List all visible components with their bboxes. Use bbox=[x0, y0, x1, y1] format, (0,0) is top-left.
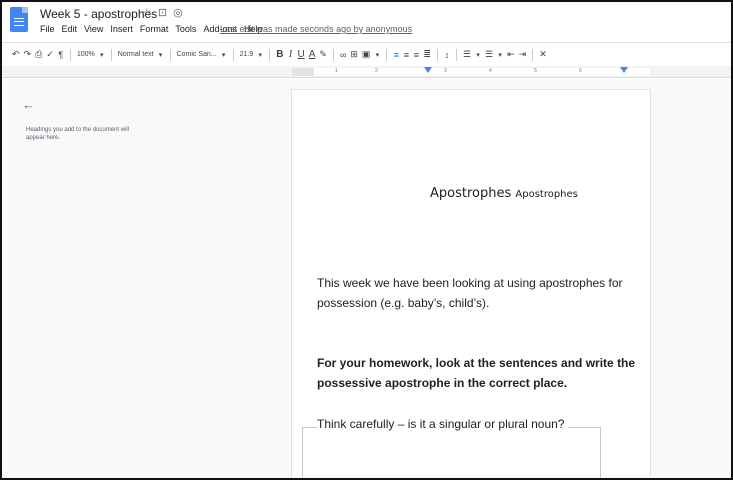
image-icon[interactable]: ▣ bbox=[360, 47, 373, 63]
document-canvas: ← Headings you add to the document will … bbox=[2, 79, 731, 478]
align-justify-icon[interactable]: ≣ bbox=[421, 47, 433, 63]
toolbar-divider bbox=[532, 48, 534, 61]
ruler-number: 5 bbox=[534, 68, 537, 74]
ruler-left-margin bbox=[292, 68, 314, 76]
print-icon[interactable]: ⎙ bbox=[33, 47, 44, 63]
ruler-number: 2 bbox=[375, 68, 378, 74]
toolbar: ↶ ↷ ⎙ ✓ ¶ 100% ▾ Normal text ▾ Comic San… bbox=[2, 42, 731, 66]
toolbar-divider bbox=[232, 48, 234, 61]
menu-insert[interactable]: Insert bbox=[110, 24, 133, 34]
ruler-track bbox=[292, 68, 650, 76]
chevron-down-icon[interactable]: ▾ bbox=[473, 47, 483, 63]
right-indent-marker[interactable] bbox=[620, 67, 628, 73]
chevron-down-icon[interactable]: ▾ bbox=[97, 47, 107, 63]
bulleted-list-icon[interactable]: ☰ bbox=[483, 47, 495, 63]
menu-file[interactable]: File bbox=[40, 24, 55, 34]
toolbar-divider bbox=[332, 48, 334, 61]
chevron-down-icon[interactable]: ▾ bbox=[156, 47, 166, 63]
comment-icon[interactable]: ⊞ bbox=[348, 47, 360, 63]
paragraph-hint: Think carefully – is it a singular or pl… bbox=[317, 414, 637, 434]
underline-button[interactable]: U bbox=[295, 47, 306, 63]
toolbar-divider bbox=[455, 48, 457, 61]
increase-indent-icon[interactable]: ⇥ bbox=[517, 47, 529, 63]
ruler-number: 1 bbox=[335, 68, 338, 74]
title-bar: Week 5 - apostrophes ☆ ⊡ ◎ File Edit Vie… bbox=[2, 2, 731, 42]
ruler-number: 4 bbox=[489, 68, 492, 74]
menu-edit[interactable]: Edit bbox=[62, 24, 78, 34]
chevron-down-icon[interactable]: ▾ bbox=[255, 47, 265, 63]
last-edit-link[interactable]: Last edit was made seconds ago by anonym… bbox=[220, 24, 412, 34]
redo-icon[interactable]: ↷ bbox=[22, 47, 34, 63]
style-select[interactable]: Normal text bbox=[116, 47, 156, 63]
toolbar-divider bbox=[386, 48, 388, 61]
menu-format[interactable]: Format bbox=[140, 24, 169, 34]
heading-sub: Apostrophes bbox=[515, 189, 578, 200]
ruler[interactable]: 1 2 3 4 5 6 bbox=[2, 66, 731, 78]
decrease-indent-icon[interactable]: ⇤ bbox=[505, 47, 517, 63]
document-page[interactable]: Apostrophes Apostrophes This week we hav… bbox=[291, 89, 651, 478]
line-spacing-icon[interactable]: ↕ bbox=[442, 47, 452, 63]
align-center-icon[interactable]: ≡ bbox=[401, 47, 411, 63]
link-icon[interactable]: ∞ bbox=[338, 47, 348, 63]
chevron-down-icon[interactable]: ▾ bbox=[219, 47, 229, 63]
highlight-pen-icon[interactable]: ✎ bbox=[317, 47, 329, 63]
zoom-select[interactable]: 100% bbox=[75, 47, 97, 63]
toolbar-divider bbox=[69, 48, 71, 61]
toolbar-divider bbox=[169, 48, 171, 61]
title-icons: ☆ ⊡ ◎ bbox=[142, 6, 183, 19]
clear-formatting-icon[interactable]: ✕ bbox=[537, 47, 549, 63]
toolbar-divider bbox=[110, 48, 112, 61]
document-title[interactable]: Week 5 - apostrophes bbox=[40, 7, 157, 21]
menu-tools[interactable]: Tools bbox=[175, 24, 196, 34]
paragraph-intro: This week we have been looking at using … bbox=[317, 276, 623, 310]
align-right-icon[interactable]: ≡ bbox=[411, 47, 421, 63]
paragraph-homework: For your homework, look at the sentences… bbox=[317, 356, 636, 390]
paint-format-icon[interactable]: ¶ bbox=[56, 47, 66, 63]
docs-logo-icon[interactable] bbox=[10, 7, 28, 32]
bold-button[interactable]: B bbox=[274, 47, 285, 63]
italic-button[interactable]: I bbox=[285, 47, 295, 63]
toolbar-divider bbox=[436, 48, 438, 61]
align-left-icon[interactable]: ≡ bbox=[391, 47, 401, 63]
undo-icon[interactable]: ↶ bbox=[10, 47, 22, 63]
heading-main: Apostrophes bbox=[430, 186, 512, 201]
outline-back-arrow-icon[interactable]: ← bbox=[22, 97, 35, 112]
text-box-frame[interactable] bbox=[302, 427, 601, 478]
outline-hint-text: Headings you add to the document will ap… bbox=[26, 127, 130, 141]
spellcheck-icon[interactable]: ✓ bbox=[44, 47, 56, 63]
document-heading: Apostrophes Apostrophes bbox=[430, 186, 578, 201]
text-color-button[interactable]: A bbox=[307, 47, 318, 63]
chevron-down-icon[interactable]: ▾ bbox=[495, 47, 505, 63]
font-size-select[interactable]: 21.9 bbox=[238, 47, 256, 63]
paragraph-hint-text: Think carefully – is it a singular or pl… bbox=[317, 417, 569, 431]
chevron-down-icon[interactable]: ▾ bbox=[372, 47, 382, 63]
app-window: Week 5 - apostrophes ☆ ⊡ ◎ File Edit Vie… bbox=[0, 0, 733, 480]
menu-view[interactable]: View bbox=[84, 24, 103, 34]
ruler-number: 6 bbox=[579, 68, 582, 74]
cloud-status-icon[interactable]: ◎ bbox=[173, 6, 183, 19]
move-to-folder-icon[interactable]: ⊡ bbox=[158, 6, 167, 19]
toolbar-divider bbox=[269, 48, 271, 61]
star-icon[interactable]: ☆ bbox=[142, 6, 152, 19]
checklist-icon[interactable]: ☰ bbox=[461, 47, 473, 63]
font-select[interactable]: Comic San... bbox=[175, 47, 219, 63]
left-indent-marker[interactable] bbox=[424, 67, 432, 73]
ruler-number: 3 bbox=[444, 68, 447, 74]
